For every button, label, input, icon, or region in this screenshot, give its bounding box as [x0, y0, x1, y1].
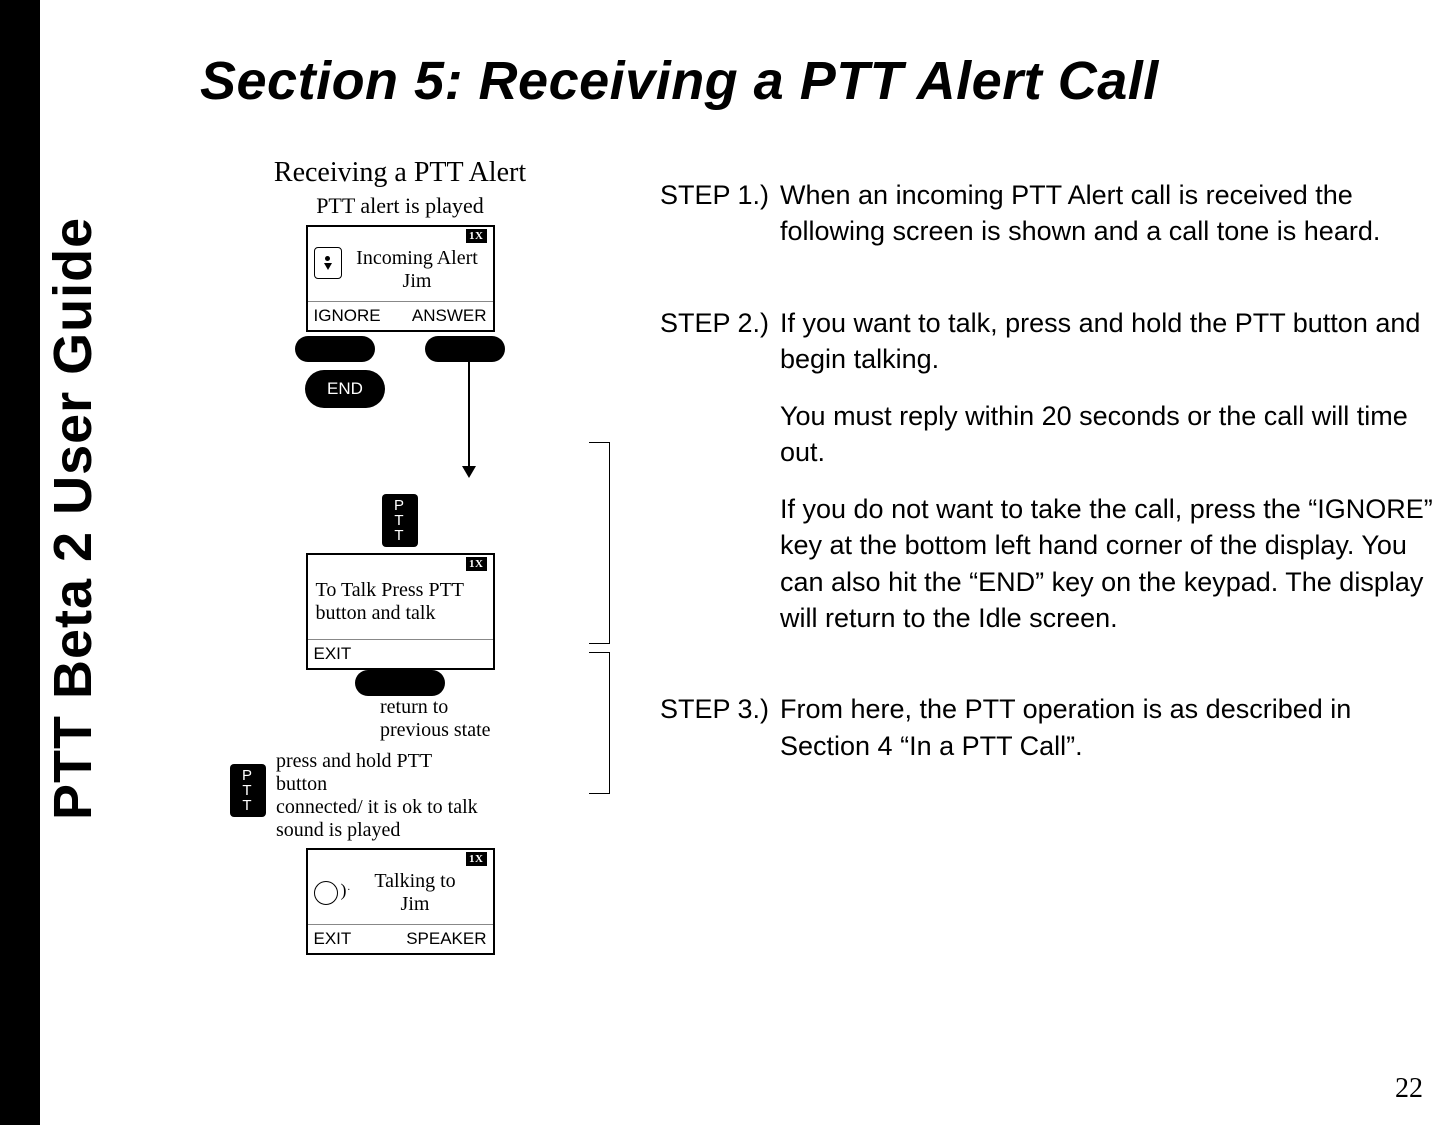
- left-softkey-button[interactable]: [295, 336, 375, 362]
- arrow-down-icon: [468, 356, 470, 476]
- hard-buttons: END: [295, 336, 505, 416]
- step-1-label: STEP 1.): [660, 177, 780, 213]
- softkey-exit[interactable]: EXIT: [314, 644, 352, 664]
- softkey-exit[interactable]: EXIT: [314, 929, 352, 949]
- softkey-speaker[interactable]: SPEAKER: [406, 929, 486, 949]
- screen3-line2: Jim: [344, 893, 487, 916]
- signal-1x-icon: 1X: [466, 229, 486, 243]
- left-rail: PTT Beta 2 User Guide: [0, 0, 130, 1125]
- ptt-instr-1: press and hold PTT: [276, 750, 478, 773]
- screen1-line2: Jim: [348, 270, 487, 293]
- step-3-label: STEP 3.): [660, 691, 780, 727]
- ptt-instr-4: sound is played: [276, 819, 478, 842]
- rail-dark-band: [0, 0, 40, 1125]
- softkey-ignore[interactable]: IGNORE: [314, 306, 381, 326]
- content-area: Section 5: Receiving a PTT Alert Call Re…: [130, 0, 1448, 1125]
- phone-screen-2: 1X To Talk Press PTT button and talk EXI…: [306, 553, 495, 670]
- bracket-icon: [589, 652, 610, 794]
- ptt-instr-3: connected/ it is ok to talk: [276, 796, 478, 819]
- instructions-column: STEP 1.) When an incoming PTT Alert call…: [660, 147, 1438, 955]
- figure-title: Receiving a PTT Alert: [200, 157, 600, 189]
- return-group: return to previous state: [300, 670, 500, 742]
- vertical-guide-title: PTT Beta 2 User Guide: [42, 217, 104, 820]
- ptt-button-side[interactable]: P T T: [230, 764, 266, 817]
- end-button[interactable]: END: [305, 370, 385, 408]
- page-title: Section 5: Receiving a PTT Alert Call: [200, 50, 1438, 112]
- ptt-instr-2: button: [276, 773, 478, 796]
- step-2-body-3: If you do not want to take the call, pre…: [780, 491, 1438, 637]
- return-text-1: return to: [380, 696, 500, 719]
- ptt-button[interactable]: P T T: [382, 494, 418, 547]
- step-2-label: STEP 2.): [660, 305, 780, 341]
- screen3-line1: Talking to: [344, 870, 487, 893]
- incoming-alert-icon: [314, 247, 342, 279]
- signal-1x-icon: 1X: [466, 557, 486, 571]
- return-text-2: previous state: [380, 719, 500, 742]
- step-2-body-1: If you want to talk, press and hold the …: [780, 305, 1438, 378]
- step-1: STEP 1.) When an incoming PTT Alert call…: [660, 177, 1438, 250]
- screen1-line1: Incoming Alert: [348, 247, 487, 270]
- step-3: STEP 3.) From here, the PTT operation is…: [660, 691, 1438, 764]
- right-softkey-button[interactable]: [425, 336, 505, 362]
- step-2: STEP 2.) If you want to talk, press and …: [660, 305, 1438, 637]
- ptt-instruction-block: P T T press and hold PTT button connecte…: [230, 750, 600, 842]
- softkey-answer[interactable]: ANSWER: [412, 306, 487, 326]
- figure-subtitle: PTT alert is played: [200, 193, 600, 219]
- page-number: 22: [1395, 1073, 1423, 1105]
- screen2-line2: button and talk: [316, 602, 485, 625]
- phone-screen-3: 1X Talking to Jim EXIT SPEAKER: [306, 848, 495, 955]
- figure-column: Receiving a PTT Alert PTT alert is playe…: [200, 147, 600, 955]
- step-1-body: When an incoming PTT Alert call is recei…: [780, 177, 1438, 250]
- signal-1x-icon: 1X: [466, 852, 486, 866]
- return-button[interactable]: [355, 670, 445, 696]
- screen2-line1: To Talk Press PTT: [316, 579, 485, 602]
- step-2-body-2: You must reply within 20 seconds or the …: [780, 398, 1438, 471]
- bracket-icon: [589, 442, 610, 644]
- step-3-body: From here, the PTT operation is as descr…: [780, 691, 1438, 764]
- phone-screen-1: 1X Incoming Alert Jim IGNORE ANSWER: [306, 225, 495, 332]
- talking-icon: [314, 881, 338, 905]
